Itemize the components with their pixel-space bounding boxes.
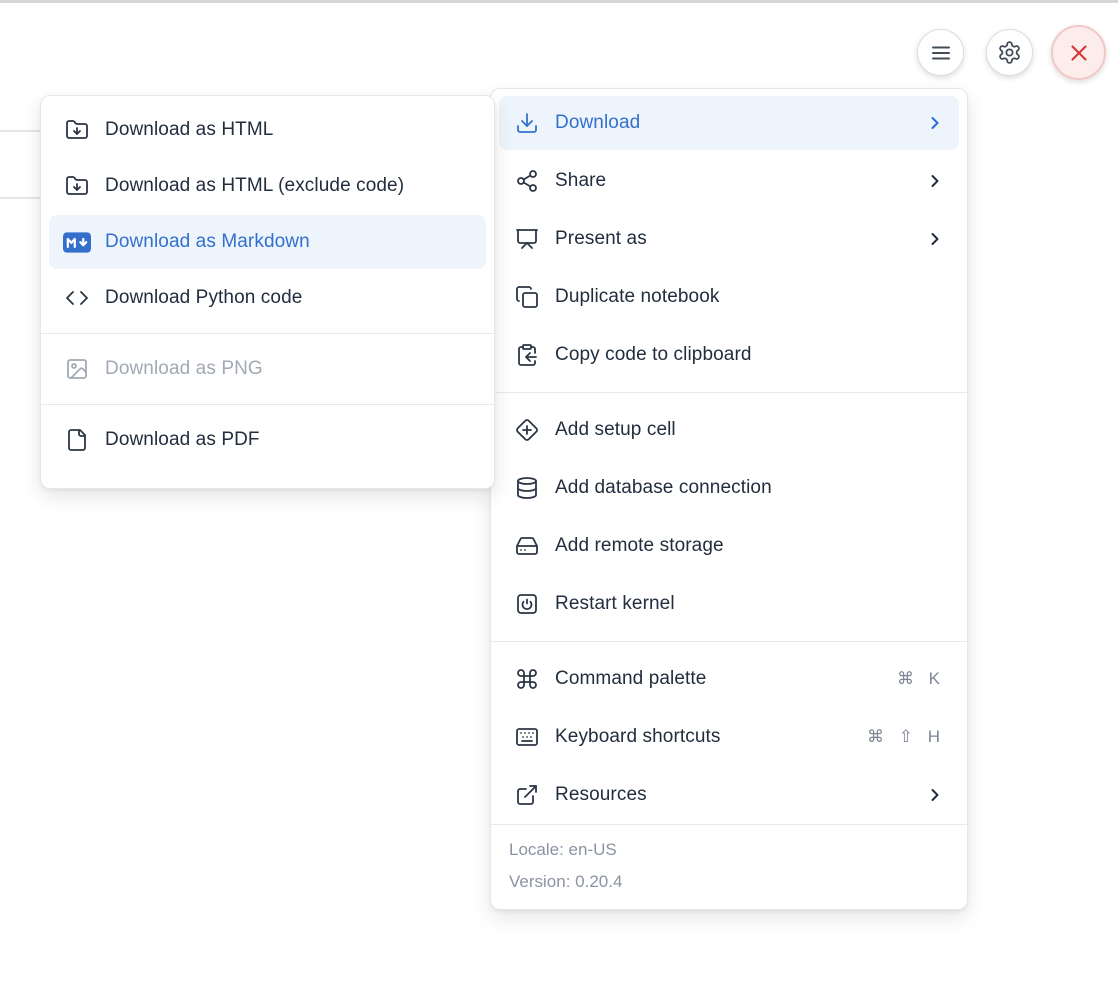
- folder-down-icon: [63, 174, 91, 198]
- menu-item-keyboard-shortcuts[interactable]: Keyboard shortcuts⌘ ⇧ H: [499, 710, 959, 764]
- menu-item-label: Download as HTML (exclude code): [105, 175, 472, 197]
- menu-item-label: Copy code to clipboard: [555, 344, 945, 366]
- menu-item-download-as-html-exclude-code[interactable]: Download as HTML (exclude code): [49, 159, 486, 213]
- download-icon: [513, 111, 541, 135]
- image-icon: [63, 357, 91, 381]
- chevron-right-icon: [925, 785, 945, 805]
- menu-item-label: Resources: [555, 784, 925, 806]
- menu-item-download-as-markdown[interactable]: Download as Markdown: [49, 215, 486, 269]
- menu-item-label: Share: [555, 170, 925, 192]
- menu-footer: Locale: en-US Version: 0.20.4: [491, 824, 967, 910]
- menu-item-download-python-code[interactable]: Download Python code: [49, 271, 486, 325]
- hard-drive-icon: [513, 534, 541, 558]
- menu-item-copy-code-to-clipboard[interactable]: Copy code to clipboard: [499, 328, 959, 382]
- menu-item-label: Add database connection: [555, 477, 945, 499]
- menu-divider: [491, 392, 967, 393]
- command-icon: [513, 667, 541, 691]
- chevron-right-icon: [925, 229, 945, 249]
- menu-item-label: Keyboard shortcuts: [555, 726, 867, 748]
- menu-item-label: Restart kernel: [555, 593, 945, 615]
- menu-divider: [41, 404, 494, 405]
- external-link-icon: [513, 783, 541, 807]
- menu-item-download-as-html[interactable]: Download as HTML: [49, 103, 486, 157]
- notebook-actions-menu: Download Share Present as Duplicate noteboo…: [490, 88, 968, 910]
- settings-button[interactable]: [986, 29, 1033, 76]
- database-icon: [513, 476, 541, 500]
- menu-item-label: Add setup cell: [555, 419, 945, 441]
- share-icon: [513, 169, 541, 193]
- menu-item-present-as[interactable]: Present as: [499, 212, 959, 266]
- copy-icon: [513, 285, 541, 309]
- folder-down-icon: [63, 118, 91, 142]
- gear-icon: [997, 40, 1022, 65]
- menu-item-download[interactable]: Download: [499, 96, 959, 150]
- page-rule-bottom: [0, 197, 42, 199]
- keyboard-icon: [513, 725, 541, 749]
- menu-item-add-remote-storage[interactable]: Add remote storage: [499, 519, 959, 573]
- menu-item-label: Add remote storage: [555, 535, 945, 557]
- menu-item-add-setup-cell[interactable]: Add setup cell: [499, 403, 959, 457]
- version-text: Version: 0.20.4: [509, 872, 949, 892]
- menu-item-duplicate-notebook[interactable]: Duplicate notebook: [499, 270, 959, 324]
- menu-item-label: Present as: [555, 228, 925, 250]
- chevron-right-icon: [925, 171, 945, 191]
- menu-items-container: Download Share Present as Duplicate noteboo…: [491, 94, 967, 824]
- shortcut-hint: ⌘ ⇧ H: [867, 727, 945, 747]
- menu-divider: [41, 333, 494, 334]
- menu-item-label: Command palette: [555, 668, 897, 690]
- x-icon: [1066, 40, 1092, 66]
- clipboard-copy-icon: [513, 343, 541, 367]
- download-submenu: Download as HTML Download as HTML (exclud…: [40, 95, 495, 489]
- menu-item-restart-kernel[interactable]: Restart kernel: [499, 577, 959, 631]
- menu-item-share[interactable]: Share: [499, 154, 959, 208]
- diamond-plus-icon: [513, 418, 541, 442]
- menu-item-resources[interactable]: Resources: [499, 768, 959, 822]
- menu-item-download-as-png[interactable]: Download as PNG: [49, 342, 486, 396]
- chevron-right-icon: [925, 113, 945, 133]
- menu-item-label: Download: [555, 112, 925, 134]
- menu-item-label: Download as Markdown: [105, 231, 472, 253]
- menu-item-label: Download as HTML: [105, 119, 472, 141]
- shortcut-hint: ⌘ K: [897, 669, 945, 689]
- file-icon: [63, 428, 91, 452]
- menu-item-download-as-pdf[interactable]: Download as PDF: [49, 413, 486, 467]
- markdown-badge-icon: [63, 230, 91, 254]
- hamburger-icon: [929, 41, 953, 65]
- presentation-icon: [513, 227, 541, 251]
- page-rule-top: [0, 130, 42, 132]
- close-button[interactable]: [1051, 25, 1106, 80]
- menu-item-label: Download Python code: [105, 287, 472, 309]
- square-power-icon: [513, 592, 541, 616]
- menu-item-label: Download as PDF: [105, 429, 472, 451]
- window-top-border: [0, 0, 1118, 3]
- menu-divider: [491, 641, 967, 642]
- menu-item-label: Duplicate notebook: [555, 286, 945, 308]
- notebook-menu-button[interactable]: [917, 29, 964, 76]
- code-icon: [63, 286, 91, 310]
- menu-item-add-database-connection[interactable]: Add database connection: [499, 461, 959, 515]
- menu-item-command-palette[interactable]: Command palette⌘ K: [499, 652, 959, 706]
- menu-item-label: Download as PNG: [105, 358, 472, 380]
- locale-text: Locale: en-US: [509, 840, 949, 860]
